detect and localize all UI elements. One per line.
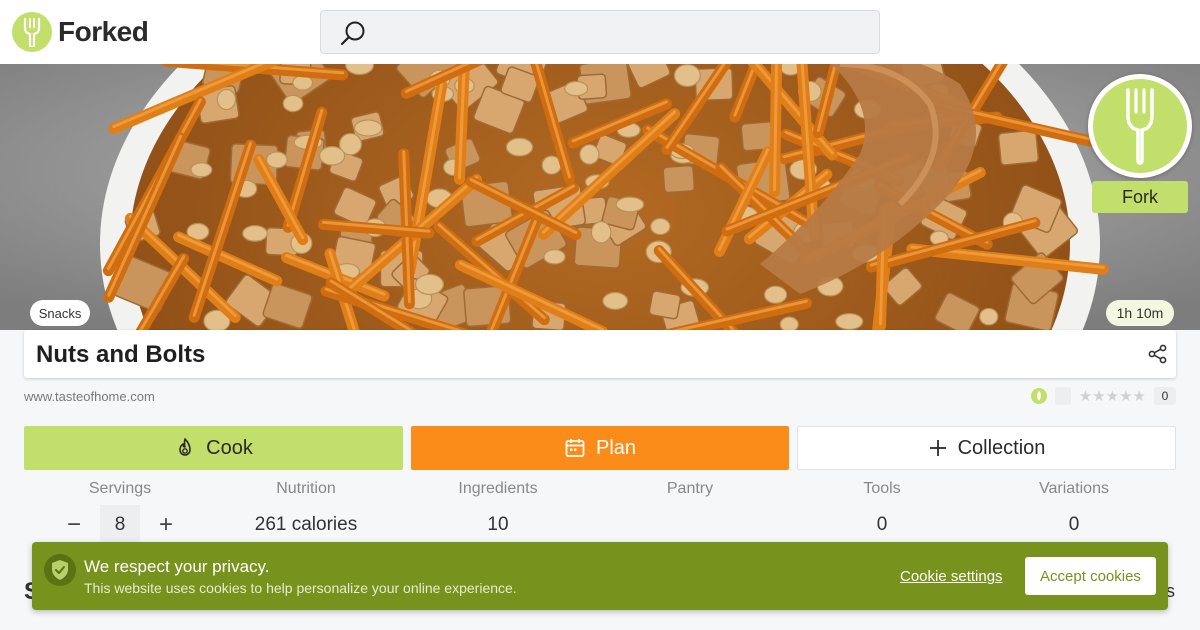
cook-button[interactable]: Cook [24,426,403,470]
pantry-stat[interactable]: Pantry [594,480,786,538]
plus-icon [929,440,946,456]
pantry-value [594,514,786,538]
calendar-icon [565,439,585,457]
plan-label: Plan [595,436,637,459]
tools-stat[interactable]: Tools 0 [786,480,978,538]
add-to-collection-button[interactable]: Collection [797,426,1176,470]
app-name: Forked [58,16,149,47]
search-icon [339,20,367,53]
tools-label: Tools [863,480,901,497]
cookie-banner-text: This website uses cookies to help person… [84,580,517,596]
search-input[interactable] [320,10,880,54]
star-rating[interactable]: ★★★★★ [1079,387,1146,405]
cookie-consent-banner: We respect your privacy. This website us… [32,542,1168,610]
recipe-title: Nuts and Bolts [36,341,206,368]
variations-label: Variations [1039,480,1109,497]
leaf-icon [1030,388,1047,404]
cookie-settings-link[interactable]: Cookie settings [900,568,1003,585]
servings-stat: Servings − 8 + [24,480,216,545]
share-icon[interactable] [1148,344,1168,369]
recipe-title-card: Nuts and Bolts [24,330,1176,378]
fork-badge[interactable] [1088,74,1192,178]
ingredients-stat[interactable]: Ingredients 10 [402,480,594,538]
nutrition-label: Nutrition [276,480,336,497]
flame-icon [179,438,191,456]
pantry-label: Pantry [666,480,714,497]
shield-check-icon [44,554,76,586]
servings-label: Servings [88,480,152,497]
increment-servings-button[interactable]: + [152,511,180,539]
nutrition-value: 261 calories [254,514,358,535]
variations-value: 0 [1068,514,1080,535]
recipe-hero-image [0,64,1200,330]
ingredients-label: Ingredients [458,480,538,497]
ingredients-value: 10 [487,514,509,535]
recipe-source-link[interactable]: www.tasteofhome.com [24,389,155,404]
time-chip: 1h 10m [1106,300,1174,326]
tools-value: 0 [876,514,888,535]
fork-button[interactable]: Fork [1092,181,1188,213]
collection-label: Collection [957,436,1046,459]
top-header: Forked [0,0,1200,64]
fork-icon [1093,79,1187,173]
servings-value[interactable]: 8 [100,505,140,545]
rating-count: 0 [1154,387,1176,405]
rating-row: ★★★★★ 0 [1030,386,1176,406]
fork-logo-icon [12,12,52,52]
variations-stat[interactable]: Variations 0 [978,480,1170,538]
placeholder-box [1054,387,1071,405]
plan-button[interactable]: Plan [411,426,789,470]
nutrition-stat[interactable]: Nutrition 261 calories [210,480,402,538]
forked-logo[interactable]: Forked [12,12,149,52]
decrement-servings-button[interactable]: − [60,511,88,539]
servings-stepper[interactable]: − 8 + [60,505,180,545]
category-chip[interactable]: Snacks [30,300,90,326]
cookie-banner-title: We respect your privacy. [84,557,270,576]
cook-label: Cook [206,436,253,459]
accept-cookies-button[interactable]: Accept cookies [1025,557,1156,595]
